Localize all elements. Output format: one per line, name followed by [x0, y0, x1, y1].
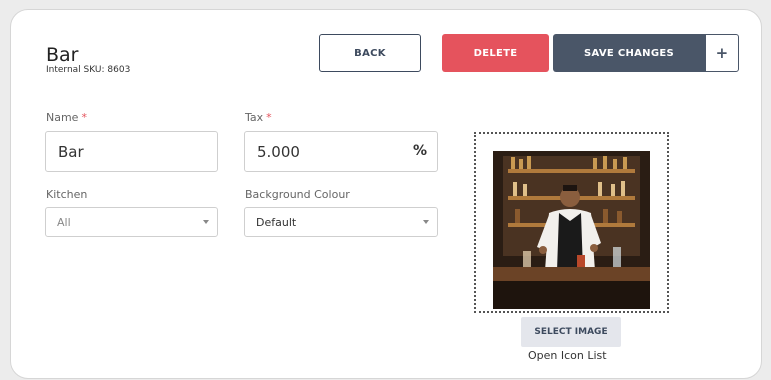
- name-input-value: Bar: [58, 142, 84, 161]
- background-colour-value: Default: [256, 215, 297, 229]
- page-title: Bar: [46, 44, 79, 66]
- save-changes-button[interactable]: SAVE CHANGES: [553, 34, 705, 72]
- chevron-down-icon: [203, 220, 209, 224]
- product-image: [493, 151, 650, 309]
- name-label: Name *: [46, 111, 87, 124]
- background-colour-label: Background Colour: [245, 188, 350, 201]
- tax-input-value: 5.000: [257, 142, 300, 161]
- tax-label: Tax *: [245, 111, 272, 124]
- required-mark: *: [266, 111, 272, 124]
- name-input[interactable]: Bar: [45, 131, 218, 172]
- kitchen-select-value: All: [57, 215, 71, 229]
- percent-unit: %: [412, 143, 427, 159]
- product-edit-card: Bar Internal SKU: 8603 BACK DELETE SAVE …: [10, 9, 762, 379]
- image-dropzone[interactable]: [474, 132, 669, 313]
- required-mark: *: [81, 111, 87, 124]
- back-button[interactable]: BACK: [319, 34, 421, 72]
- add-button[interactable]: +: [705, 34, 739, 72]
- kitchen-select[interactable]: All: [45, 207, 218, 237]
- internal-sku: Internal SKU: 8603: [46, 65, 131, 75]
- delete-button[interactable]: DELETE: [442, 34, 549, 72]
- chevron-down-icon: [423, 220, 429, 224]
- bartender-photo: [493, 151, 650, 309]
- open-icon-list-link[interactable]: Open Icon List: [528, 349, 607, 362]
- kitchen-label: Kitchen: [46, 188, 88, 201]
- tax-input[interactable]: 5.000 %: [244, 131, 438, 172]
- select-image-button[interactable]: SELECT IMAGE: [521, 317, 621, 347]
- background-colour-select[interactable]: Default: [244, 207, 438, 237]
